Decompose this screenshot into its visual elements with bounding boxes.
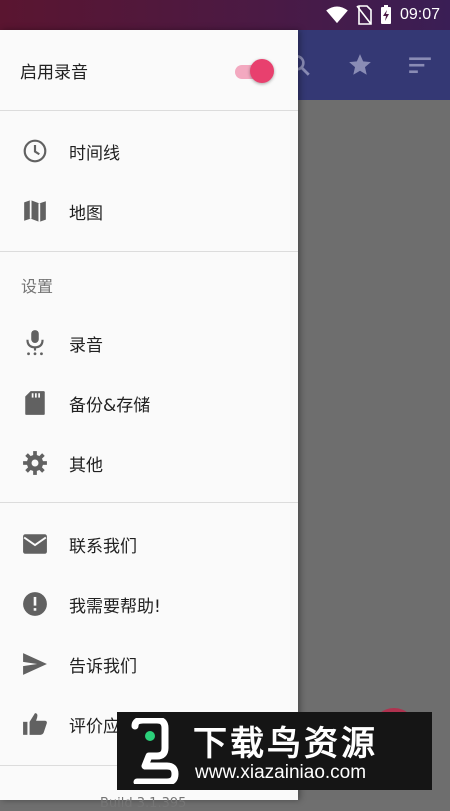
battery-charging-icon	[380, 5, 391, 24]
no-sim-icon	[356, 5, 372, 25]
wifi-icon	[326, 6, 348, 24]
drawer-item-map[interactable]: 地图	[0, 181, 298, 241]
drawer-item-label: 其他	[69, 455, 103, 476]
divider	[0, 251, 298, 252]
sort-icon[interactable]	[407, 52, 433, 78]
bird-logo-icon	[131, 718, 179, 784]
clock-icon	[22, 138, 48, 164]
drawer-item-label: 备份&存储	[69, 395, 151, 416]
divider	[0, 110, 298, 111]
microphone-icon	[22, 330, 48, 356]
drawer-item-help[interactable]: 我需要帮助!	[0, 574, 298, 634]
drawer-item-timeline[interactable]: 时间线	[0, 121, 298, 181]
drawer-item-label: 联系我们	[69, 536, 137, 557]
watermark-banner: 下载鸟资源 www.xiazainiao.com	[117, 712, 432, 790]
watermark-title: 下载鸟资源	[193, 724, 378, 764]
drawer-item-feedback[interactable]: 告诉我们	[0, 634, 298, 694]
record-switch[interactable]	[233, 58, 275, 86]
status-bar: 09:07	[0, 0, 450, 30]
drawer-item-label: 评价应	[69, 716, 120, 737]
divider	[0, 502, 298, 503]
drawer-item-other[interactable]: 其他	[0, 433, 298, 493]
gear-icon	[22, 450, 48, 476]
thumbs-up-icon	[22, 711, 48, 737]
send-icon	[22, 651, 48, 677]
drawer-item-label: 我需要帮助!	[69, 596, 161, 617]
drawer-item-label: 录音	[69, 335, 103, 356]
watermark-url: www.xiazainiao.com	[195, 762, 367, 783]
status-time: 09:07	[399, 6, 440, 23]
drawer-item-label: 时间线	[69, 143, 120, 164]
drawer-item-label: 地图	[69, 203, 103, 224]
settings-section-title: 设置	[21, 277, 54, 296]
record-toggle-label: 启用录音	[20, 62, 88, 83]
drawer-item-backup-storage[interactable]: 备份&存储	[0, 373, 298, 433]
build-version: Build 3.1.395	[100, 796, 187, 811]
sd-card-icon	[22, 390, 48, 416]
alert-circle-icon	[22, 591, 48, 617]
drawer-item-label: 告诉我们	[69, 656, 137, 677]
map-icon	[22, 198, 48, 224]
star-icon[interactable]	[347, 52, 373, 78]
switch-thumb	[250, 59, 274, 83]
drawer-item-recording[interactable]: 录音	[0, 313, 298, 373]
mail-icon	[22, 531, 48, 557]
navigation-drawer: 启用录音 时间线 地图 设置 录音 备份&存储 其他 联系我们 我需要帮助! 告…	[0, 30, 298, 811]
drawer-item-contact-us[interactable]: 联系我们	[0, 514, 298, 574]
